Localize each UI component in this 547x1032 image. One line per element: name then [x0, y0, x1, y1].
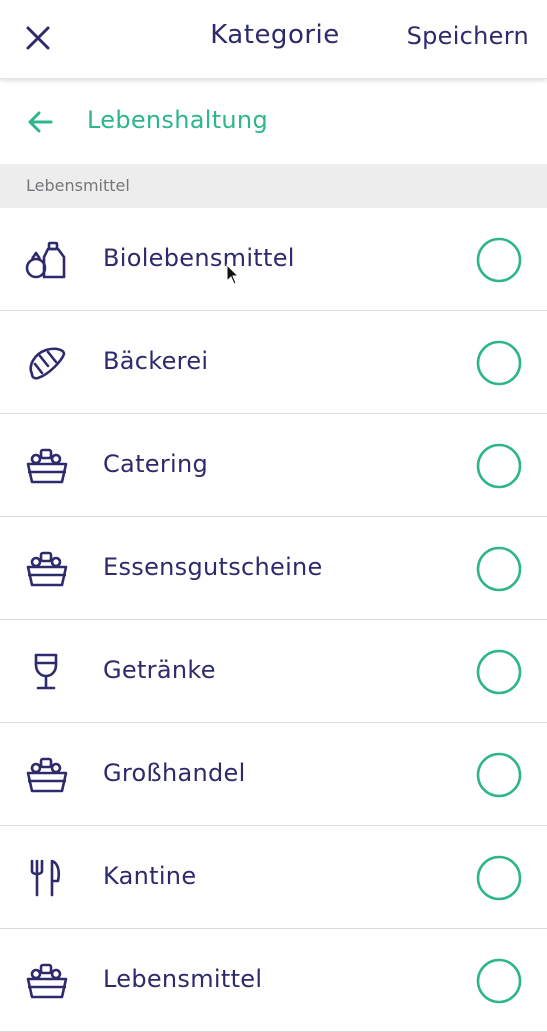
list-item[interactable]: Bäckerei [0, 311, 547, 414]
milk-bottle-icon [25, 241, 66, 279]
back-to-parent-category[interactable]: Lebenshaltung [0, 80, 547, 164]
list-item[interactable]: Catering [0, 414, 547, 517]
top-bar: Kategorie Speichern [0, 0, 547, 79]
radio-unselected-icon[interactable] [476, 855, 522, 901]
mouse-pointer-icon [226, 264, 240, 285]
list-item[interactable]: Kantine [0, 826, 547, 929]
list-item[interactable]: Getränke [0, 620, 547, 723]
radio-unselected-icon[interactable] [476, 649, 522, 695]
section-label: Lebensmittel [26, 176, 130, 195]
radio-unselected-icon[interactable] [476, 237, 522, 283]
item-label: Bäckerei [103, 347, 209, 375]
item-label: Getränke [103, 656, 216, 684]
wine-glass-icon [34, 653, 58, 690]
radio-unselected-icon[interactable] [476, 443, 522, 489]
item-label: Essensgutscheine [103, 553, 323, 581]
list-item[interactable]: Lebensmittel [0, 929, 547, 1032]
parent-category-label: Lebenshaltung [87, 106, 268, 134]
close-button[interactable] [18, 18, 58, 58]
list-item[interactable]: Großhandel [0, 723, 547, 826]
save-button[interactable]: Speichern [407, 22, 529, 50]
fork-knife-icon [30, 859, 61, 897]
page-title: Kategorie [210, 20, 340, 50]
section-header: Lebensmittel [0, 164, 547, 208]
category-list: Biolebensmittel Bäckerei Catering Essens… [0, 208, 547, 1032]
close-icon [26, 26, 50, 50]
radio-unselected-icon[interactable] [476, 958, 522, 1004]
item-label: Lebensmittel [103, 965, 263, 993]
radio-unselected-icon[interactable] [476, 752, 522, 798]
food-basket-icon [26, 551, 68, 587]
item-label: Großhandel [103, 759, 246, 787]
radio-unselected-icon[interactable] [476, 546, 522, 592]
food-basket-icon [26, 963, 68, 999]
list-item[interactable]: Essensgutscheine [0, 517, 547, 620]
food-basket-icon [26, 448, 68, 484]
item-label: Kantine [103, 862, 197, 890]
food-basket-icon [26, 757, 68, 793]
item-label: Catering [103, 450, 209, 478]
radio-unselected-icon[interactable] [476, 340, 522, 386]
arrow-left-icon [28, 111, 53, 133]
item-label: Biolebensmittel [103, 244, 295, 272]
croissant-icon [29, 347, 66, 380]
list-item[interactable]: Biolebensmittel [0, 208, 547, 311]
